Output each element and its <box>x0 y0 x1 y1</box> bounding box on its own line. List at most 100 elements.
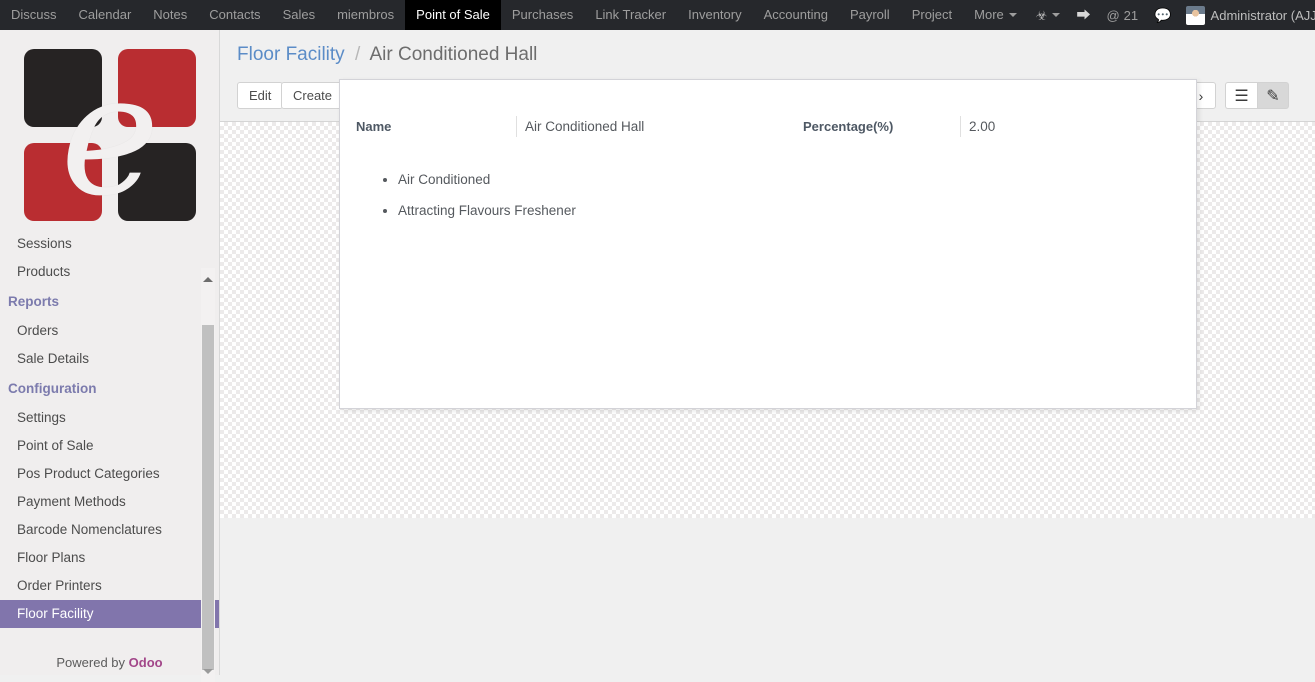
powered-by-text: Powered by <box>56 655 129 670</box>
edit-button[interactable]: Edit <box>237 82 284 109</box>
sidebar-item-payment-methods[interactable]: Payment Methods <box>0 488 219 516</box>
user-menu[interactable]: Administrator (AJJ_9) <box>1180 0 1315 30</box>
facility-items-list: Air Conditioned Attracting Flavours Fres… <box>376 172 576 234</box>
sidebar-item-label: Barcode Nomenclatures <box>17 522 162 537</box>
sidebar-section-label: Reports <box>8 294 60 309</box>
nav-item-discuss[interactable]: Discuss <box>0 0 68 30</box>
sidebar: e Orders Sessions Products Reports Order… <box>0 30 220 682</box>
nav-item-miembros[interactable]: miembros <box>326 0 405 30</box>
percentage-field-value[interactable]: 2.00 <box>960 116 1133 137</box>
sidebar-item-products[interactable]: Products <box>0 258 219 286</box>
sidebar-item-label: Sessions <box>17 236 72 251</box>
sidebar-item-settings[interactable]: Settings <box>0 404 219 432</box>
sidebar-item-barcode-nomenclatures[interactable]: Barcode Nomenclatures <box>0 516 219 544</box>
nav-item-calendar[interactable]: Calendar <box>68 0 143 30</box>
messaging-button[interactable]: 💬 <box>1146 0 1179 30</box>
nav-item-label: Point of Sale <box>416 7 490 22</box>
sidebar-section-configuration: Configuration <box>0 373 219 404</box>
form-sheet: Name Air Conditioned Hall Percentage(%) … <box>339 79 1197 409</box>
chevron-down-icon <box>1052 13 1061 17</box>
form-field-row: Name Air Conditioned Hall Percentage(%) … <box>356 116 1182 137</box>
nav-item-accounting[interactable]: Accounting <box>753 0 839 30</box>
nav-item-inventory[interactable]: Inventory <box>677 0 752 30</box>
nav-item-notes[interactable]: Notes <box>142 0 198 30</box>
scroll-up-arrow-icon[interactable] <box>201 272 215 286</box>
sidebar-item-floor-facility[interactable]: Floor Facility <box>0 600 219 628</box>
nav-item-label: Sales <box>282 7 316 22</box>
sidebar-item-sale-details[interactable]: Sale Details <box>0 345 219 373</box>
mention-count: 21 <box>1123 7 1139 23</box>
nav-item-payroll[interactable]: Payroll <box>839 0 901 30</box>
list-item: Attracting Flavours Freshener <box>398 203 576 219</box>
nav-item-label: Inventory <box>688 7 742 22</box>
sidebar-item-label: Floor Facility <box>17 606 94 621</box>
nav-item-label: Contacts <box>209 7 261 22</box>
nav-item-label: miembros <box>337 7 395 22</box>
sidebar-item-label: Floor Plans <box>17 550 86 565</box>
scrollbar-thumb[interactable] <box>202 325 214 670</box>
create-button[interactable]: Create <box>281 82 345 109</box>
debug-menu[interactable]: ☣ <box>1028 0 1069 30</box>
sidebar-item-floor-plans[interactable]: Floor Plans <box>0 544 219 572</box>
powered-by-footer: Powered by Odoo <box>0 655 219 670</box>
nav-item-more[interactable]: More <box>963 0 1028 30</box>
list-item: Air Conditioned <box>398 172 576 188</box>
logo-letter-e: e <box>60 37 160 233</box>
sidebar-menu-scroll-area: Orders Sessions Products Reports Orders … <box>0 230 219 650</box>
sidebar-item-point-of-sale[interactable]: Point of Sale <box>0 432 219 460</box>
field-group-name: Name Air Conditioned Hall <box>356 116 803 137</box>
sidebar-item-label: Settings <box>17 410 66 425</box>
view-switcher: ☰ ✎ <box>1225 82 1289 109</box>
nav-item-sales[interactable]: Sales <box>272 0 327 30</box>
top-navbar: Discuss Calendar Notes Contacts Sales mi… <box>0 0 1315 30</box>
sidebar-item-label: Payment Methods <box>17 494 126 509</box>
form-view-button[interactable]: ✎ <box>1257 82 1289 109</box>
sidebar-item-reports-orders[interactable]: Orders <box>0 317 219 345</box>
breadcrumb-link-floor-facility[interactable]: Floor Facility <box>237 44 345 65</box>
user-name-label: Administrator (AJJ_9) <box>1210 7 1315 23</box>
bug-icon: ☣ <box>1035 7 1048 23</box>
nav-item-label: Calendar <box>78 7 132 22</box>
nav-item-label: Discuss <box>11 7 57 22</box>
nav-item-label: Purchases <box>511 7 574 22</box>
sidebar-item-label: Sale Details <box>17 351 90 366</box>
app-logo[interactable]: e <box>24 35 196 235</box>
sign-in-button[interactable]: ⮕ <box>1068 0 1098 30</box>
name-field-value[interactable]: Air Conditioned Hall <box>516 116 803 137</box>
sign-in-icon: ⮕ <box>1076 7 1091 23</box>
chat-bubble-icon: 💬 <box>1154 7 1172 23</box>
nav-item-label: Notes <box>153 7 188 22</box>
chevron-down-icon <box>1008 13 1017 17</box>
sidebar-section-reports: Reports <box>0 286 219 317</box>
sidebar-item-sessions[interactable]: Sessions <box>0 230 219 258</box>
nav-item-purchases[interactable]: Purchases <box>501 0 584 30</box>
nav-item-label: Payroll <box>849 7 890 22</box>
breadcrumb-current-record: Air Conditioned Hall <box>369 44 538 65</box>
name-field-label: Name <box>356 119 392 134</box>
sidebar-item-label: Products <box>17 264 71 279</box>
breadcrumb: Floor Facility / Air Conditioned Hall <box>237 42 537 68</box>
sidebar-item-label: Point of Sale <box>17 438 94 453</box>
sidebar-item-label: Order Printers <box>17 578 102 593</box>
field-group-percentage: Percentage(%) 2.00 <box>803 116 1133 137</box>
sidebar-item-order-printers[interactable]: Order Printers <box>0 572 219 600</box>
sidebar-section-label: Configuration <box>8 381 97 396</box>
nav-more-label: More <box>974 7 1004 22</box>
nav-item-point-of-sale[interactable]: Point of Sale <box>405 0 501 30</box>
nav-item-link-tracker[interactable]: Link Tracker <box>584 0 677 30</box>
content-lower-background <box>220 518 1315 675</box>
nav-item-contacts[interactable]: Contacts <box>198 0 271 30</box>
sidebar-item-pos-product-categories[interactable]: Pos Product Categories <box>0 460 219 488</box>
nav-item-project[interactable]: Project <box>901 0 963 30</box>
odoo-brand-link[interactable]: Odoo <box>129 655 163 670</box>
sidebar-item-label: Orders <box>17 323 59 338</box>
percentage-field-label: Percentage(%) <box>803 119 894 134</box>
nav-item-label: Accounting <box>763 7 828 22</box>
list-view-button[interactable]: ☰ <box>1225 82 1257 109</box>
main-area: Floor Facility / Air Conditioned Hall Ed… <box>220 30 1315 675</box>
nav-item-label: Project <box>911 7 953 22</box>
sidebar-item-label: Pos Product Categories <box>17 466 160 481</box>
avatar <box>1185 5 1205 25</box>
sidebar-scrollbar[interactable] <box>201 268 215 682</box>
mentions-counter[interactable]: @ 21 <box>1098 0 1146 30</box>
